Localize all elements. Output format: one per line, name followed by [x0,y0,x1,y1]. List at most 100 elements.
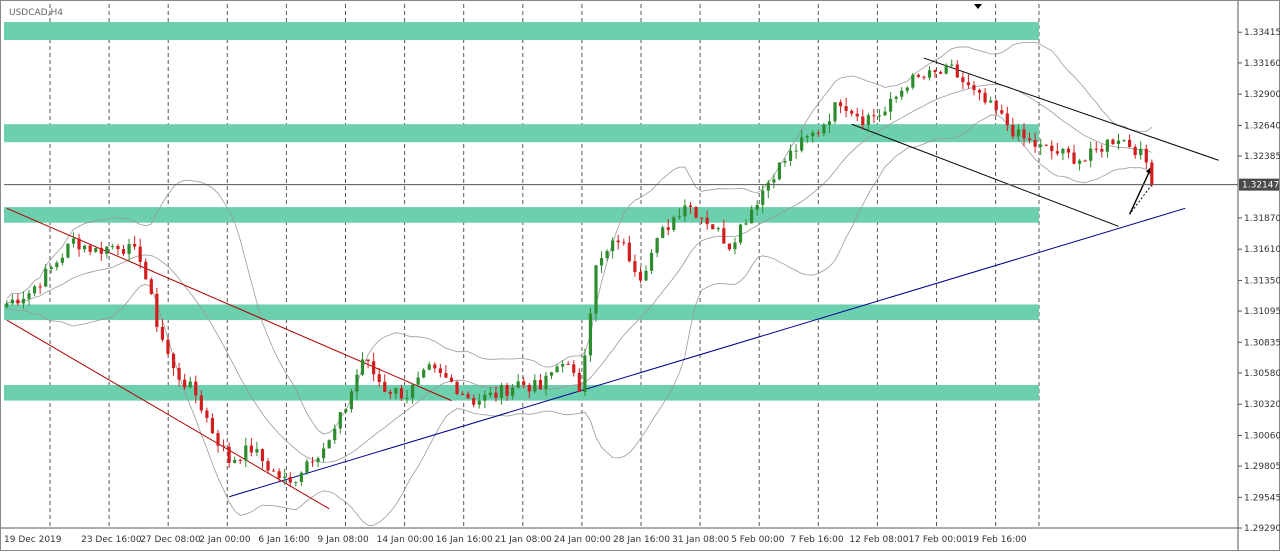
candle-body [416,377,420,385]
candle-body [310,461,315,463]
price-tick-label: 1.30060 [1244,431,1280,441]
candle-body [16,299,20,304]
candle-body [82,245,87,250]
candle-body [800,137,804,151]
candle-body [333,428,337,441]
candle-body [1094,148,1098,150]
candle-body [438,368,442,374]
candle-body [883,111,887,116]
candle-body [561,363,565,367]
candle-body [622,242,626,244]
candle-body [177,368,181,380]
sr-zone [4,124,1039,143]
candle-body [327,440,331,449]
candle-body [788,150,793,161]
candle-body [1061,148,1065,154]
candle-body [216,433,220,446]
candle-body [611,240,615,252]
candle-body [60,257,64,263]
candle-body [199,395,203,411]
candle-body [911,74,915,88]
candle-body [733,242,737,250]
candle-body [499,385,504,398]
candle-body [705,217,709,225]
candle-body [355,374,359,392]
price-tick-label: 1.29545 [1244,493,1280,503]
candle-body [905,87,909,91]
candle-body [27,293,31,299]
candle-body [661,227,665,239]
candle-body [455,381,459,394]
candle-body [755,204,759,210]
candle-body [777,162,782,180]
candle-body [638,272,643,281]
candle-body [238,459,242,461]
candle-body [271,470,276,472]
candle-body [555,366,559,373]
candle-body [544,375,548,390]
candle-body [283,476,287,479]
time-tick-label: 27 Dec 08:00 [140,535,201,545]
candle-body [816,132,820,134]
price-tick-label: 1.30835 [1244,338,1280,348]
candle-body [711,224,715,230]
candle-body [850,110,854,114]
candle-body [655,238,659,253]
candle-body [527,384,531,392]
candle-body [1066,148,1071,153]
candle-body [644,270,648,281]
candle-body [488,392,492,395]
candle-body [305,461,309,473]
candle-body [1055,151,1059,154]
candle-body [1111,139,1115,144]
candle-body [1083,160,1087,162]
time-tick-label: 31 Jan 08:00 [672,535,729,545]
candle-body [1105,139,1109,152]
candle-body [372,361,376,375]
candle-body [822,124,826,134]
candle-body [1122,139,1126,141]
current-price-label: 1.32147 [1242,181,1279,191]
candle-body [1005,113,1009,126]
candle-body [1150,162,1154,185]
candle-body [110,246,114,248]
candle-body [577,372,581,392]
candle-body [277,471,281,479]
candle-body [522,381,526,385]
candle-body [427,364,431,370]
candle-body [483,394,487,401]
candle-body [299,472,303,482]
price-tick-label: 1.30320 [1244,400,1280,410]
price-tick-label: 1.32640 [1244,121,1280,131]
sr-zone [4,22,1039,41]
time-tick-label: 9 Jan 08:00 [318,535,370,545]
price-chart[interactable]: 19 Dec 2019 23 Dec 16:00 27 Dec 08:00 2 Jan… [0,0,1280,551]
candle-body [972,85,976,90]
candle-body [38,286,42,288]
chart-canvas[interactable]: 19 Dec 2019 23 Dec 16:0027 Dec 08:002 Jan… [0,0,1280,551]
price-tick-label: 1.31610 [1244,245,1280,255]
candle-body [538,380,543,390]
price-tick-label: 1.29805 [1244,462,1280,472]
candle-body [210,417,215,434]
candle-body [616,240,620,243]
candle-body [138,246,142,262]
candle-body [266,461,270,471]
time-tick-label: 28 Jan 16:00 [613,535,670,545]
candle-body [766,182,770,191]
candle-body [188,381,192,388]
price-tick-label: 1.30580 [1244,369,1280,379]
candle-body [1022,129,1026,139]
candle-body [71,238,76,244]
candle-body [127,244,131,254]
candle-body [966,82,971,86]
candle-body [950,64,954,66]
time-tick-label: 16 Jan 16:00 [436,535,493,545]
candle-body [205,410,209,418]
candle-body [255,449,259,453]
candle-body [688,205,693,207]
candle-body [116,246,120,250]
candle-body [1077,160,1082,164]
candle-body [1011,125,1015,137]
candle-body [405,397,409,399]
